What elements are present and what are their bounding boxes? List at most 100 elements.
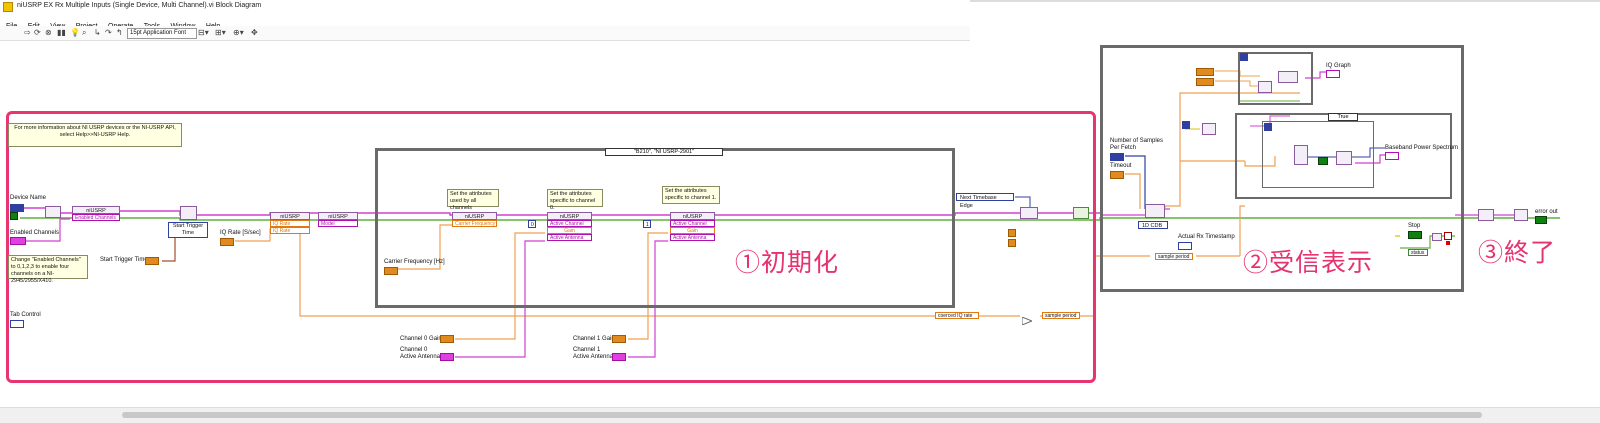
enabled-channels-control[interactable]: [10, 237, 26, 245]
niusrp-property-node-2[interactable]: niUSRP: [270, 212, 310, 220]
retain-wire-values-icon[interactable]: ⌕: [82, 29, 86, 37]
timebase-node[interactable]: [1020, 207, 1038, 219]
timebase-constant-1[interactable]: [1008, 229, 1016, 237]
scrollbar-thumb[interactable]: [122, 412, 1482, 418]
error-out-indicator: [1535, 216, 1547, 224]
true-selector[interactable]: True: [1328, 113, 1358, 121]
carrier-frequency-pin[interactable]: Carrier Frequency: [452, 220, 497, 227]
cleanup-diagram-icon[interactable]: ✥: [251, 29, 258, 37]
channel-1-antenna-control[interactable]: [612, 353, 626, 361]
niusrp-property-node-1[interactable]: niUSRP: [72, 206, 120, 214]
error-in-control[interactable]: [10, 212, 18, 220]
actual-rx-timestamp-label: Actual Rx Timestamp: [1178, 234, 1235, 240]
close-session-node[interactable]: [1478, 209, 1494, 221]
channels-note: Change "Enabled Channels" to 0,1,2,3 to …: [8, 255, 88, 284]
num-samples-control[interactable]: [1110, 153, 1124, 161]
enabled-channels-pin[interactable]: Enabled Channels: [72, 214, 120, 221]
abort-icon[interactable]: ⊗: [45, 29, 52, 37]
help-note-line1: For more information about NI USRP devic…: [14, 125, 176, 131]
fft-node[interactable]: [1336, 151, 1352, 165]
block-diagram-canvas[interactable]: "B210", "NI USRP-2901" True For more inf…: [0, 41, 1600, 407]
niusrp-property-node-4[interactable]: niUSRP: [452, 212, 497, 220]
stop-loop-icon: [1444, 232, 1452, 245]
channel-0-gain-control[interactable]: [440, 335, 454, 343]
toolbar: ⇨ ⟳ ⊗ ▮▮ 💡 ⌕ ↳ ↷ ↰ 15pt Application Font…: [0, 26, 970, 41]
case-structure-iq[interactable]: [1238, 52, 1313, 105]
iq-constant-2[interactable]: [1196, 78, 1214, 86]
spectrum-constant[interactable]: [1182, 121, 1190, 129]
error-out-label: error out: [1535, 209, 1558, 215]
carrier-frequency-label: Carrier Frequency [Hz]: [384, 259, 445, 265]
reorder-icon[interactable]: ⊕▾: [233, 29, 244, 37]
enabled-channels-label: Enabled Channels: [10, 230, 60, 236]
run-continuous-icon[interactable]: ⟳: [34, 29, 41, 37]
tab-control-terminal[interactable]: [10, 320, 24, 328]
font-select[interactable]: 15pt Application Font: [127, 28, 197, 39]
iq-rate-pin[interactable]: IQ Rate: [270, 220, 310, 227]
fetch-rx-node[interactable]: [1145, 204, 1165, 218]
highlight-execution-icon[interactable]: 💡: [70, 29, 80, 37]
labview-icon: [3, 2, 13, 12]
channel-1-gain-control[interactable]: [612, 335, 626, 343]
title-bar: niUSRP EX Rx Multiple Inputs (Single Dev…: [0, 0, 1600, 15]
compare-node[interactable]: [1202, 123, 1216, 135]
spectrum-case-index: [1264, 123, 1272, 131]
niusrp-property-node-3[interactable]: niUSRP: [318, 212, 358, 220]
stop-control[interactable]: [1408, 231, 1422, 239]
model-pin[interactable]: Model: [318, 220, 358, 227]
iq-bundle-node[interactable]: [1278, 71, 1298, 83]
channel-1-antenna-label-2: Active Antenna: [573, 354, 614, 360]
iq-graph-label: IQ Graph: [1326, 63, 1351, 69]
carrier-frequency-control[interactable]: [384, 267, 398, 275]
channel-1-antenna-label-1: Channel 1: [573, 347, 601, 353]
iq-constant-1[interactable]: [1196, 68, 1214, 76]
niusrp-property-node-6[interactable]: niUSRP: [670, 212, 715, 220]
iq-build-node[interactable]: [1258, 81, 1272, 93]
channel-0-constant[interactable]: 0: [528, 220, 536, 228]
step-into-icon[interactable]: ↳: [94, 29, 101, 37]
or-node[interactable]: [1432, 233, 1442, 241]
step-over-icon[interactable]: ↷: [105, 29, 112, 37]
menu-bar: File Edit View Project Operate Tools Win…: [0, 15, 970, 30]
active-channel-pin-1[interactable]: Active Channel: [670, 220, 715, 227]
attr-ch1-note: Set the attributes specific to channel 1…: [662, 186, 720, 204]
commit-node[interactable]: [1073, 207, 1089, 219]
active-antenna-pin-0[interactable]: Active Antenna: [547, 234, 592, 241]
distribute-objects-icon[interactable]: ⊞▾: [215, 29, 226, 37]
align-objects-icon[interactable]: ⊟▾: [198, 29, 209, 37]
spectrum-unbundle-node[interactable]: [1294, 145, 1308, 165]
channel-1-gain-label: Channel 1 Gain: [573, 336, 615, 342]
baseband-ps-indicator: [1385, 152, 1399, 160]
step-out-icon[interactable]: ↰: [116, 29, 123, 37]
next-timebase-ring[interactable]: Next Timebase Edge: [956, 193, 1014, 209]
coerced-iq-rate-label: coerced IQ rate: [935, 312, 979, 319]
active-channel-pin-0[interactable]: Active Channel: [547, 220, 592, 227]
spectrum-bool: [1318, 157, 1328, 165]
run-arrow-icon[interactable]: ⇨: [24, 29, 31, 37]
help-note-line2: select Help>>NI-USRP Help.: [59, 132, 131, 138]
attr-ch0-note: Set the attributes specific to channel 0…: [547, 189, 603, 211]
device-name-control[interactable]: [10, 204, 24, 212]
title-separator: [970, 0, 1600, 2]
pause-icon[interactable]: ▮▮: [57, 29, 66, 37]
niusrp-property-node-5[interactable]: niUSRP: [547, 212, 592, 220]
channel-0-antenna-label-2: Active Antenna: [400, 354, 441, 360]
gain-pin-0[interactable]: Gain: [547, 227, 592, 234]
window-title: niUSRP EX Rx Multiple Inputs (Single Dev…: [17, 2, 262, 9]
section-label-rx: ②受信表示: [1243, 249, 1374, 277]
error-handler-node[interactable]: [1514, 209, 1528, 221]
start-trigger-ring[interactable]: Start Trigger Time: [168, 222, 208, 238]
active-antenna-pin-1[interactable]: Active Antenna: [670, 234, 715, 241]
gain-pin-1[interactable]: Gain: [670, 227, 715, 234]
iq-rate-control[interactable]: [220, 238, 234, 246]
channel-1-constant[interactable]: 1: [643, 220, 651, 228]
start-trigger-time-control[interactable]: [145, 257, 159, 265]
horizontal-scrollbar[interactable]: [0, 407, 1600, 423]
timebase-constant-2[interactable]: [1008, 239, 1016, 247]
timeout-control[interactable]: [1110, 171, 1124, 179]
initiate-node[interactable]: [180, 206, 197, 220]
cdb-ring[interactable]: 1D CDB: [1138, 221, 1168, 229]
channel-0-antenna-control[interactable]: [440, 353, 454, 361]
open-session-node[interactable]: [45, 206, 61, 218]
iq-rate-read-pin[interactable]: IQ Rate: [270, 227, 310, 234]
